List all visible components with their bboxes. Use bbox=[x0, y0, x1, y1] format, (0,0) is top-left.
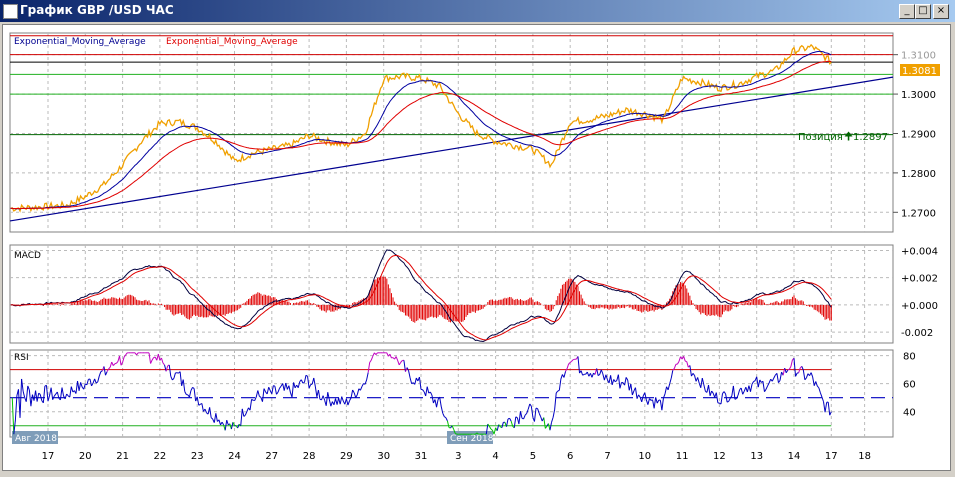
rsi-tick-label: 40 bbox=[903, 408, 916, 419]
macd-panel bbox=[9, 244, 894, 344]
legend-ema-fast: Exponential_Moving_Average bbox=[14, 37, 146, 47]
position-arrow-icon: 🠉 bbox=[844, 130, 853, 143]
rsi-tick-label: 60 bbox=[903, 380, 916, 391]
position-price: 1.2897 bbox=[853, 132, 888, 143]
position-label: Позиция bbox=[798, 132, 843, 143]
price-tick-label: 1.3100 bbox=[901, 51, 936, 62]
x-tick-label: 31 bbox=[415, 451, 428, 462]
macd-tick-label: +0.000 bbox=[901, 301, 938, 312]
rsi-segment bbox=[302, 381, 305, 384]
x-tick-label: 3 bbox=[455, 451, 461, 462]
x-tick-label: 20 bbox=[79, 451, 92, 462]
price-tick-label: 1.3000 bbox=[901, 90, 936, 101]
x-tick-label: 21 bbox=[116, 451, 129, 462]
x-tick-label: 6 bbox=[567, 451, 573, 462]
x-tick-label: 4 bbox=[492, 451, 498, 462]
x-tick-label: 13 bbox=[750, 451, 763, 462]
chart-canvas[interactable]: 17 20 21 22 23 24 27 28 29 30 31 3 4 5 6 7 10 11 12 13 14 17 1… bbox=[0, 0, 955, 477]
rsi-segment bbox=[557, 389, 560, 392]
x-tick-label: 17 bbox=[825, 451, 838, 462]
month-label: Авг 2018 bbox=[15, 434, 57, 444]
x-tick-label: 12 bbox=[713, 451, 726, 462]
price-panel bbox=[9, 32, 894, 233]
x-tick-label: 30 bbox=[377, 451, 390, 462]
x-tick-label: 28 bbox=[303, 451, 316, 462]
x-tick-label: 11 bbox=[676, 451, 689, 462]
current-price-label: 1.3081 bbox=[902, 66, 937, 77]
rsi-title: RSI bbox=[14, 353, 29, 363]
price-tick-label: 1.2900 bbox=[901, 129, 936, 140]
macd-tick-label: +0.002 bbox=[901, 274, 938, 285]
macd-tick-label: -0.002 bbox=[901, 328, 933, 339]
x-tick-label: 5 bbox=[530, 451, 536, 462]
x-tick-label: 17 bbox=[42, 451, 55, 462]
macd-title: MACD bbox=[14, 251, 41, 261]
x-tick-label: 29 bbox=[340, 451, 353, 462]
rsi-segment bbox=[273, 385, 276, 387]
rsi-panel bbox=[9, 349, 894, 438]
month-label: Сен 2018 bbox=[450, 434, 494, 444]
rsi-segment bbox=[734, 398, 737, 400]
x-tick-label: 24 bbox=[228, 451, 241, 462]
legend-ema-slow: Exponential_Moving_Average bbox=[166, 37, 298, 47]
macd-tick-label: +0.004 bbox=[901, 246, 938, 257]
x-tick-label: 22 bbox=[154, 451, 167, 462]
x-tick-label: 14 bbox=[788, 451, 801, 462]
x-tick-label: 7 bbox=[604, 451, 610, 462]
x-tick-label: 23 bbox=[191, 451, 204, 462]
rsi-tick-label: 80 bbox=[903, 352, 916, 363]
x-tick-label: 27 bbox=[265, 451, 278, 462]
price-tick-label: 1.2700 bbox=[901, 208, 936, 219]
price-tick-label: 1.2800 bbox=[901, 169, 936, 180]
x-tick-label: 18 bbox=[858, 451, 871, 462]
x-tick-label: 10 bbox=[638, 451, 651, 462]
rsi-segment bbox=[685, 360, 687, 363]
